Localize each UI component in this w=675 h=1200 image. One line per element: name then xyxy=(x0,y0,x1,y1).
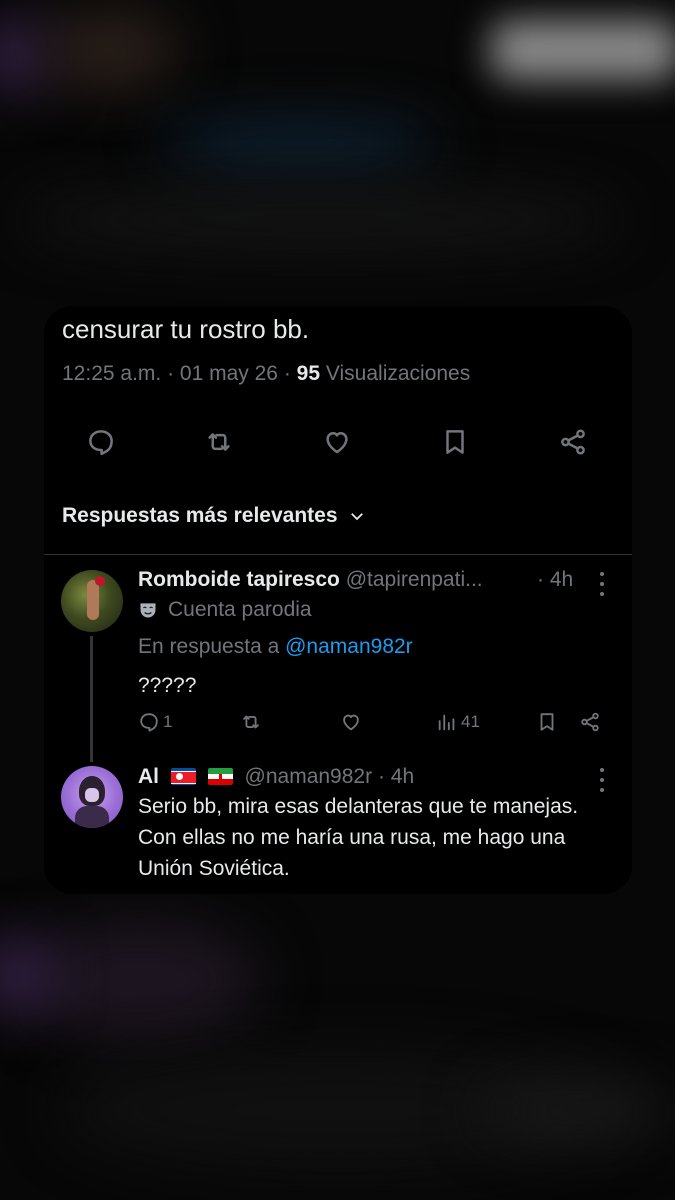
bookmark-button[interactable] xyxy=(536,708,558,736)
avatar[interactable] xyxy=(61,766,123,828)
views-count: 41 xyxy=(461,712,480,731)
north-korea-flag-icon xyxy=(170,768,196,785)
like-button[interactable] xyxy=(319,424,355,460)
like-icon xyxy=(326,432,348,454)
share-button[interactable] xyxy=(579,708,601,736)
in-reply-prefix: En respuesta a xyxy=(138,635,280,658)
like-button[interactable] xyxy=(340,708,362,736)
in-reply-to: En respuesta a @naman982r xyxy=(138,635,413,659)
retweet-icon xyxy=(243,715,259,729)
avatar[interactable] xyxy=(61,570,123,632)
reply-header: Romboide tapiresco @tapirenpati... xyxy=(138,568,483,592)
tweet-card: censurar tu rostro bb. 12:25 a.m. · 01 m… xyxy=(44,306,632,894)
reply-time[interactable]: · 4h xyxy=(378,765,414,788)
reply-icon xyxy=(89,430,113,456)
meta-separator: · xyxy=(283,362,291,385)
author-name[interactable]: Romboide tapiresco xyxy=(138,568,340,591)
more-options-button[interactable] xyxy=(597,768,607,792)
retweet-button[interactable] xyxy=(240,708,262,736)
author-handle[interactable]: @naman982r xyxy=(245,765,373,788)
analytics-icon xyxy=(438,714,455,731)
author-name[interactable]: Al xyxy=(138,765,159,788)
meta-separator: · xyxy=(167,362,175,385)
chevron-down-icon xyxy=(350,513,363,521)
parody-mask-icon xyxy=(140,603,156,618)
reply-text: ????? xyxy=(138,674,197,697)
parody-badge: Cuenta parodia xyxy=(138,598,312,622)
reply-time[interactable]: · 4h xyxy=(537,568,573,592)
bookmark-icon xyxy=(540,713,554,731)
reply-button[interactable]: 1 xyxy=(138,708,172,736)
tweet-actions xyxy=(44,424,632,464)
replies-sort-dropdown[interactable]: Respuestas más relevantes xyxy=(62,504,366,528)
retweet-icon xyxy=(208,433,230,451)
share-icon xyxy=(581,712,599,732)
tweet-meta: 12:25 a.m. · 01 may 26 · 95 Visualizacio… xyxy=(62,362,470,386)
like-icon xyxy=(343,714,359,731)
tweet-time[interactable]: 12:25 a.m. xyxy=(62,362,161,385)
author-handle[interactable]: @tapirenpati... xyxy=(346,568,483,591)
iran-flag-icon xyxy=(207,768,233,785)
share-button[interactable] xyxy=(555,424,591,460)
thread-line xyxy=(90,636,93,762)
reply-icon xyxy=(140,713,158,732)
reply-header: Al @naman982r · 4h xyxy=(138,765,414,789)
reply-actions: 1 41 xyxy=(44,708,632,738)
parody-label: Cuenta parodia xyxy=(168,598,312,621)
divider xyxy=(44,554,632,555)
bookmark-button[interactable] xyxy=(437,424,473,460)
retweet-button[interactable] xyxy=(201,424,237,460)
bookmark-icon xyxy=(446,430,464,454)
tweet-date[interactable]: 01 may 26 xyxy=(180,362,278,385)
replies-sort-label: Respuestas más relevantes xyxy=(62,504,338,527)
share-icon xyxy=(561,429,585,455)
views-button[interactable]: 41 xyxy=(436,708,480,736)
views-count: 95 xyxy=(296,362,321,385)
reply-text: Serio bb, mira esas delanteras que te ma… xyxy=(138,795,579,880)
more-options-button[interactable] xyxy=(597,572,607,596)
views-label: Visualizaciones xyxy=(325,362,471,385)
tweet-text: censurar tu rostro bb. xyxy=(62,314,310,344)
reply-button[interactable] xyxy=(83,424,119,460)
reply-count: 1 xyxy=(163,712,173,731)
mention-link[interactable]: @naman982r xyxy=(285,635,413,658)
